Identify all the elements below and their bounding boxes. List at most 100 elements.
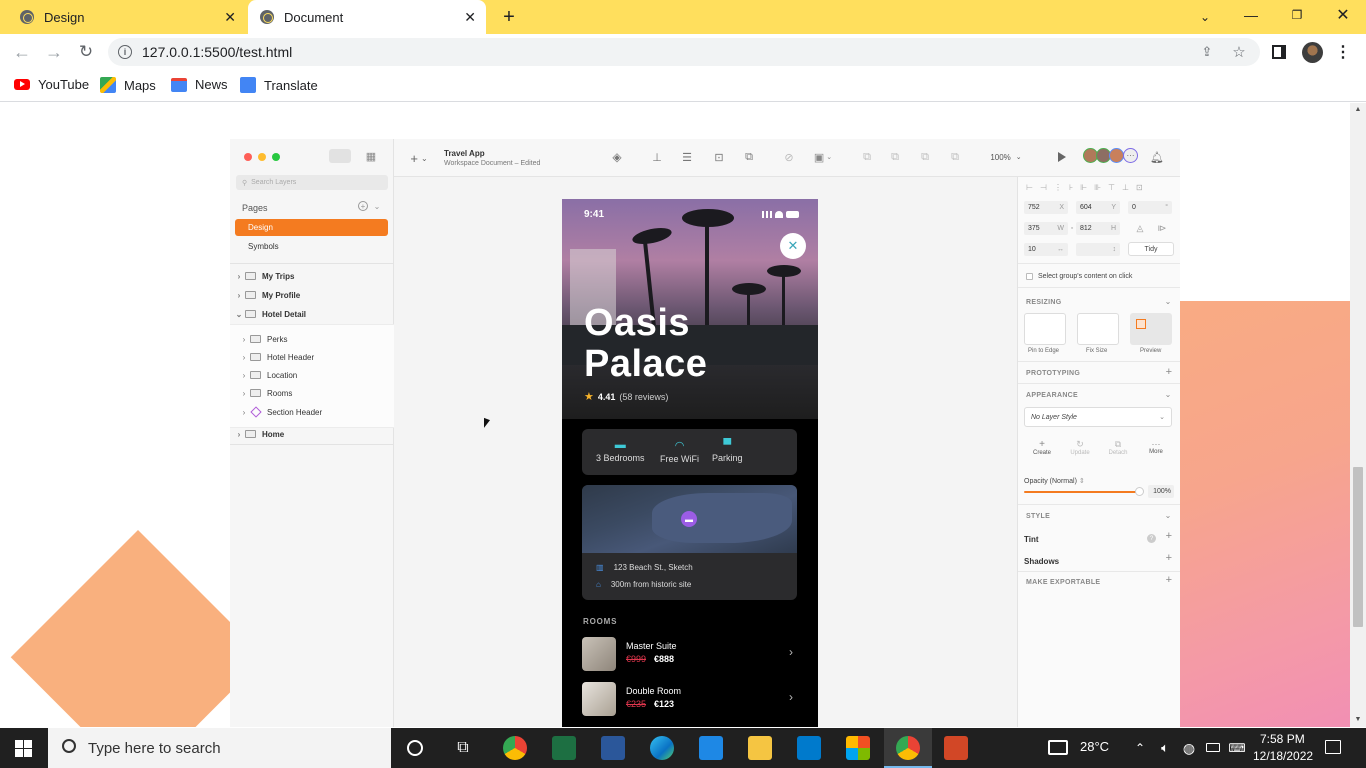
close-tab-icon[interactable]: ✕: [464, 9, 476, 26]
bookmark-star-icon[interactable]: ☆: [1230, 43, 1248, 61]
height-field[interactable]: 812 H: [1076, 222, 1120, 235]
page-scrollbar[interactable]: ▲ ▼: [1350, 103, 1366, 727]
add-prototype-icon[interactable]: +: [1166, 366, 1172, 378]
close-dot[interactable]: [244, 153, 252, 161]
url-field[interactable]: i 127.0.0.1:5500/test.html ⇪ ☆: [108, 38, 1260, 66]
chevron-right-icon[interactable]: ›: [238, 408, 250, 417]
x-field[interactable]: 752 X: [1024, 201, 1068, 214]
back-icon[interactable]: ←: [12, 42, 32, 62]
close-window-button[interactable]: ✕: [1332, 4, 1354, 26]
detach-style-button[interactable]: ⧉ Detach: [1108, 436, 1128, 458]
chevron-down-icon[interactable]: ⌄: [1164, 297, 1172, 306]
notification-icon[interactable]: [1325, 740, 1341, 754]
store-icon[interactable]: [846, 736, 870, 760]
opacity-slider-knob[interactable]: [1135, 487, 1144, 496]
mail-icon[interactable]: [699, 736, 723, 760]
layer-style-select[interactable]: No Layer Style ⌄: [1024, 407, 1172, 427]
tab-design[interactable]: Design ✕: [0, 0, 246, 34]
chevron-right-icon[interactable]: ›: [238, 371, 250, 380]
edge-icon[interactable]: [650, 736, 674, 760]
chevron-right-icon[interactable]: ›: [789, 690, 793, 704]
design-canvas[interactable]: 9:41 ✕ Oasis Palace ★ 4.41 (58 reviews): [394, 177, 1017, 727]
page-item-symbols[interactable]: Symbols: [235, 238, 388, 255]
layer-my-profile[interactable]: › My Profile: [230, 286, 394, 304]
opacity-value[interactable]: 100%: [1148, 485, 1174, 498]
layer-section-header[interactable]: › Section Header: [230, 403, 394, 421]
zoom-dot[interactable]: [272, 153, 280, 161]
update-style-button[interactable]: ↻ Update: [1070, 436, 1090, 458]
union-icon[interactable]: ⧉: [860, 150, 874, 164]
insert-button[interactable]: + ⌄: [406, 151, 432, 166]
scrollbar-thumb[interactable]: [1353, 467, 1363, 627]
room-item[interactable]: Double Room €235 €123 ›: [582, 682, 797, 718]
subtract-icon[interactable]: ⧉: [888, 150, 902, 164]
mask-icon[interactable]: ▣ ⌄: [812, 150, 834, 164]
hotel-detail-artboard[interactable]: 9:41 ✕ Oasis Palace ★ 4.41 (58 reviews): [562, 199, 818, 727]
bookmark-news[interactable]: News: [171, 77, 228, 92]
excel-icon[interactable]: [552, 736, 576, 760]
speaker-icon[interactable]: 🔈︎: [1156, 738, 1174, 758]
vscode-icon[interactable]: [797, 736, 821, 760]
fix-size-control[interactable]: [1077, 313, 1119, 345]
restore-button[interactable]: ❐: [1286, 4, 1308, 26]
create-symbol-icon[interactable]: ◈: [610, 150, 624, 164]
collaborator-avatar[interactable]: [1109, 148, 1124, 163]
chevron-right-icon[interactable]: ›: [789, 645, 793, 659]
tidy-button[interactable]: Tidy: [1128, 242, 1174, 256]
add-export-icon[interactable]: +: [1166, 574, 1172, 586]
zoom-select[interactable]: 100% ⌄: [978, 149, 1034, 165]
tab-document[interactable]: Document ✕: [248, 0, 486, 34]
close-button[interactable]: ✕: [780, 233, 806, 259]
side-panel-icon[interactable]: [1272, 45, 1286, 59]
more-style-button[interactable]: ··· More: [1146, 436, 1166, 458]
reload-icon[interactable]: ↻: [76, 42, 96, 62]
transform-icon[interactable]: ⧉: [742, 150, 756, 164]
weather-icon[interactable]: [1048, 740, 1068, 755]
minimize-dot[interactable]: [258, 153, 266, 161]
opacity-slider[interactable]: [1024, 491, 1140, 493]
chevron-up-icon[interactable]: ⌃: [1132, 738, 1148, 758]
scroll-down-icon[interactable]: ▼: [1354, 715, 1362, 723]
edit-icon[interactable]: ⊘: [782, 150, 796, 164]
chevron-down-icon[interactable]: ⌄: [233, 310, 245, 319]
share-icon[interactable]: ⇪: [1198, 43, 1216, 61]
chevron-right-icon[interactable]: ›: [238, 353, 250, 362]
word-icon[interactable]: [601, 736, 625, 760]
chevron-right-icon[interactable]: ›: [233, 272, 245, 281]
layer-hotel-detail[interactable]: ⌄ Hotel Detail: [230, 305, 394, 323]
collapse-pages-icon[interactable]: ⌄: [372, 201, 382, 211]
frame-icon[interactable]: ⊡: [712, 150, 726, 164]
intersect-icon[interactable]: ⧉: [918, 150, 932, 164]
task-view-icon[interactable]: ⧉: [453, 738, 473, 758]
vertical-spacing-field[interactable]: ↕: [1076, 243, 1120, 256]
cortana-icon[interactable]: [407, 740, 423, 756]
pin-to-edge-control[interactable]: [1024, 313, 1066, 345]
location-card[interactable]: ▬ ▥ 123 Beach St., Sketch ⌂ 300m from hi…: [582, 485, 797, 600]
layer-search-input[interactable]: ⚲ Search Layers: [236, 175, 388, 190]
forward-icon[interactable]: →: [44, 42, 64, 62]
taskbar-search-input[interactable]: Type here to search: [48, 728, 391, 768]
spacing-field[interactable]: 10 ↔: [1024, 243, 1068, 256]
width-field[interactable]: 375 W: [1024, 222, 1068, 235]
avatar[interactable]: [1302, 42, 1323, 63]
weather-temp[interactable]: 28°C: [1080, 739, 1109, 754]
file-explorer-icon[interactable]: [748, 736, 772, 760]
layer-perks[interactable]: › Perks: [230, 330, 394, 348]
tab-search-icon[interactable]: ⌄: [1196, 6, 1214, 28]
align-bottom-icon[interactable]: ⊥: [650, 150, 664, 164]
layer-hotel-header[interactable]: › Hotel Header: [230, 348, 394, 366]
chevron-down-icon[interactable]: ⌄: [1164, 511, 1172, 520]
bell-icon[interactable]: 🔔︎: [1150, 150, 1164, 164]
rotation-field[interactable]: 0 °: [1128, 201, 1172, 214]
menu-icon[interactable]: ⋮: [1335, 42, 1351, 62]
new-tab-button[interactable]: +: [498, 6, 520, 28]
chrome-active-icon[interactable]: [896, 736, 920, 760]
more-collaborators-icon[interactable]: ···: [1123, 148, 1138, 163]
clock-time[interactable]: 7:58 PM: [1260, 732, 1305, 746]
layer-rooms[interactable]: › Rooms: [230, 384, 394, 402]
y-field[interactable]: 604 Y: [1076, 201, 1120, 214]
chevron-down-icon[interactable]: ⌄: [1164, 390, 1172, 399]
minimize-button[interactable]: —: [1240, 4, 1262, 26]
chevron-right-icon[interactable]: ›: [238, 335, 250, 344]
close-tab-icon[interactable]: ✕: [224, 9, 236, 26]
